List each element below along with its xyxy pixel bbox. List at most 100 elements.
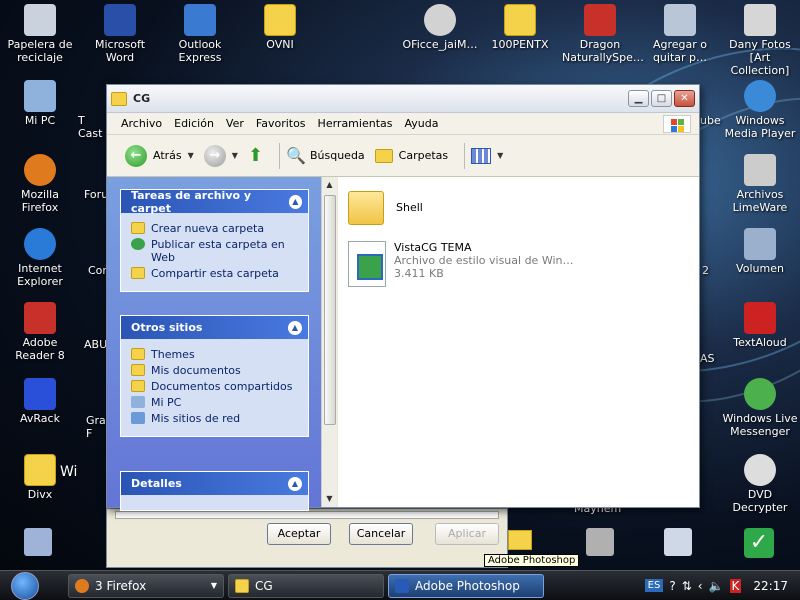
desktop-icon-volume[interactable]: Volumen [722,228,798,275]
forward-arrow-icon: → [203,144,226,167]
desktop-icon-dany-fotos[interactable]: Dany Fotos [Art Collection] [722,4,798,77]
desktop-icon-messenger[interactable]: Windows Live Messenger [722,378,798,438]
cancel-button[interactable]: Cancelar [349,523,413,545]
partial-desktop-label: Gra F [86,414,106,440]
ok-button[interactable]: Aceptar [267,523,331,545]
back-button[interactable]: ← Atrás ▼ [125,144,194,167]
computer-icon [131,396,145,408]
file-item-vistacg[interactable]: VistaCG TEMA Archivo de estilo visual de… [348,241,574,287]
folder-icon [111,91,127,106]
task-share-folder[interactable]: Compartir esta carpeta [131,267,300,280]
desktop-icon-partial[interactable] [664,528,692,556]
close-button[interactable]: ✕ [674,90,695,107]
volume-icon[interactable]: 🔈 [709,579,724,593]
start-button[interactable] [0,571,50,600]
chevron-down-icon[interactable]: ▼ [497,151,503,160]
collapse-icon[interactable]: ▲ [288,320,302,335]
minimize-button[interactable]: ▁ [628,90,649,107]
desktop-icon-partial[interactable] [24,528,52,556]
task-publish-web[interactable]: Publicar esta carpeta en Web [131,238,300,264]
task-photoshop[interactable]: Adobe Photoshop [388,573,544,598]
desktop-icon-ovni[interactable]: OVNI [242,4,318,51]
desktop-icon-dragon[interactable]: Dragon NaturallySpe… [562,4,644,64]
menu-edicion[interactable]: Edición [174,117,214,130]
network-icon[interactable]: ⇅ [682,579,692,593]
desktop-icon-word[interactable]: Microsoft Word [82,4,158,64]
clock[interactable]: 22:17 [753,579,788,593]
place-network[interactable]: Mis sitios de red [131,412,300,425]
menu-herramientas[interactable]: Herramientas [318,117,393,130]
chevron-down-icon[interactable]: ▼ [188,151,194,160]
folders-button[interactable]: Carpetas [374,148,448,163]
collapse-icon[interactable]: ▲ [288,194,302,209]
chevron-down-icon: ▼ [210,581,217,590]
desktop-icon-limeware[interactable]: Archivos LimeWare [722,154,798,214]
desktop-icon-recycle-bin[interactable]: Papelera de reciclaje [2,4,78,64]
desktop-icon-dvd-decrypter[interactable]: DVD Decrypter [722,454,798,514]
desktop-icon-office[interactable]: OFicce_jaiM… [402,4,478,51]
task-pane-scrollbar[interactable]: ▲ ▼ [321,177,337,507]
dialog-field [115,511,499,519]
explorer-window[interactable]: CG ▁ □ ✕ Archivo Edición Ver Favoritos H… [106,84,700,511]
desktop-icon-add-remove[interactable]: Agregar o quitar p… [642,4,718,64]
forward-button[interactable]: → ▼ [203,144,238,167]
back-arrow-icon: ← [125,144,147,167]
my-documents-icon [131,364,145,376]
other-places-header[interactable]: Otros sitios ▲ [121,316,308,339]
desktop-icon-my-computer[interactable]: Mi PC [2,80,78,127]
partial-desktop-label: 2 [702,264,709,277]
place-my-computer[interactable]: Mi PC [131,396,300,409]
toolbar-separator [464,142,466,169]
scroll-up-arrow[interactable]: ▲ [322,177,337,193]
task-firefox[interactable]: 3 Firefox ▼ [68,573,224,598]
other-places-panel: Otros sitios ▲ Themes Mis documentos Doc… [120,315,309,437]
up-arrow-icon: ⬆ [247,145,264,166]
chevron-down-icon[interactable]: ▼ [232,151,238,160]
folder-icon [348,191,384,225]
search-button[interactable]: 🔍 Búsqueda [286,146,365,165]
folder-icon [264,4,296,36]
desktop-icon-avrack[interactable]: AvRack [2,378,78,425]
collapse-icon[interactable]: ▲ [288,476,302,491]
menu-ayuda[interactable]: Ayuda [404,117,438,130]
desktop-icon-100pentx[interactable]: 100PENTX [482,4,558,51]
desktop-icon-outlook[interactable]: Outlook Express [162,4,238,64]
menu-ver[interactable]: Ver [226,117,244,130]
avrack-icon [24,378,56,410]
task-new-folder[interactable]: Crear nueva carpeta [131,222,300,235]
language-indicator[interactable]: ES [644,579,664,592]
folder-icon[interactable] [508,530,532,550]
maximize-button[interactable]: □ [651,90,672,107]
title-bar[interactable]: CG ▁ □ ✕ [107,85,699,113]
desktop-icon-adobe-reader[interactable]: Adobe Reader 8 [2,302,78,362]
file-item-shell[interactable]: Shell [348,191,423,225]
help-icon[interactable]: ? [669,579,675,593]
desktop-icon-partial[interactable] [586,528,614,556]
background-dialog: Aceptar Cancelar Aplicar [106,508,508,568]
desktop-icon-media-player[interactable]: Windows Media Player [722,80,798,140]
desktop-icon-firefox[interactable]: Mozilla Firefox [2,154,78,214]
volume-icon [744,228,776,260]
menu-archivo[interactable]: Archivo [121,117,162,130]
scroll-down-arrow[interactable]: ▼ [322,491,337,507]
firefox-icon [75,578,89,593]
place-shared-documents[interactable]: Documentos compartidos [131,380,300,393]
photoshop-icon [395,578,409,593]
place-themes[interactable]: Themes [131,348,300,361]
folders-icon [374,148,393,163]
task-cg[interactable]: CG [228,573,384,598]
place-my-documents[interactable]: Mis documentos [131,364,300,377]
scroll-thumb[interactable] [324,195,336,425]
desktop-icon-textaloud[interactable]: TextAloud [722,302,798,349]
up-folder-button[interactable]: ⬆ [248,145,263,166]
menu-favoritos[interactable]: Favoritos [256,117,306,130]
checkmark-icon[interactable]: ✓ [744,528,774,558]
details-header[interactable]: Detalles ▲ [121,472,308,495]
dvd-icon [744,454,776,486]
chevron-left-icon[interactable]: ‹ [698,579,703,593]
tray-app-icon[interactable]: K [729,578,742,593]
tasks-panel-header[interactable]: Tareas de archivo y carpet ▲ [121,189,308,215]
desktop-icon-ie[interactable]: Internet Explorer [2,228,78,288]
views-button[interactable]: ▼ [471,147,503,164]
file-list: Shell VistaCG TEMA Archivo de estilo vis… [338,177,699,507]
